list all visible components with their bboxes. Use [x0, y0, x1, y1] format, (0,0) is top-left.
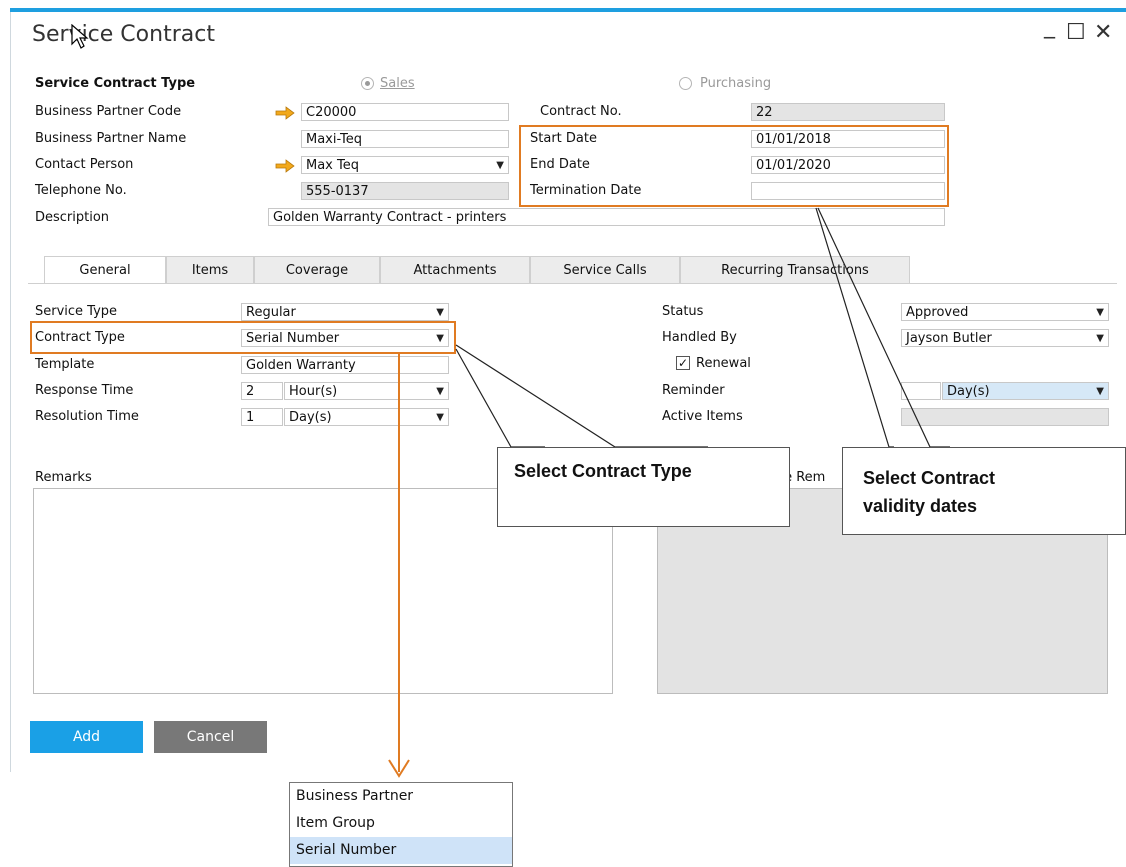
dropdown-option-business-partner[interactable]: Business Partner [290, 783, 512, 810]
contract-type-dropdown-list: Business Partner Item Group Serial Numbe… [289, 782, 513, 867]
callout-lines [388, 207, 950, 778]
callout-contract-type: Select Contract Type [497, 447, 790, 527]
callout-validity-line2: validity dates [863, 496, 978, 516]
callout-validity-line1: Select Contract [863, 468, 996, 488]
callout-validity-dates: Select Contract validity dates [842, 447, 1126, 535]
dropdown-option-serial-number[interactable]: Serial Number [290, 837, 512, 864]
dropdown-option-item-group[interactable]: Item Group [290, 810, 512, 837]
